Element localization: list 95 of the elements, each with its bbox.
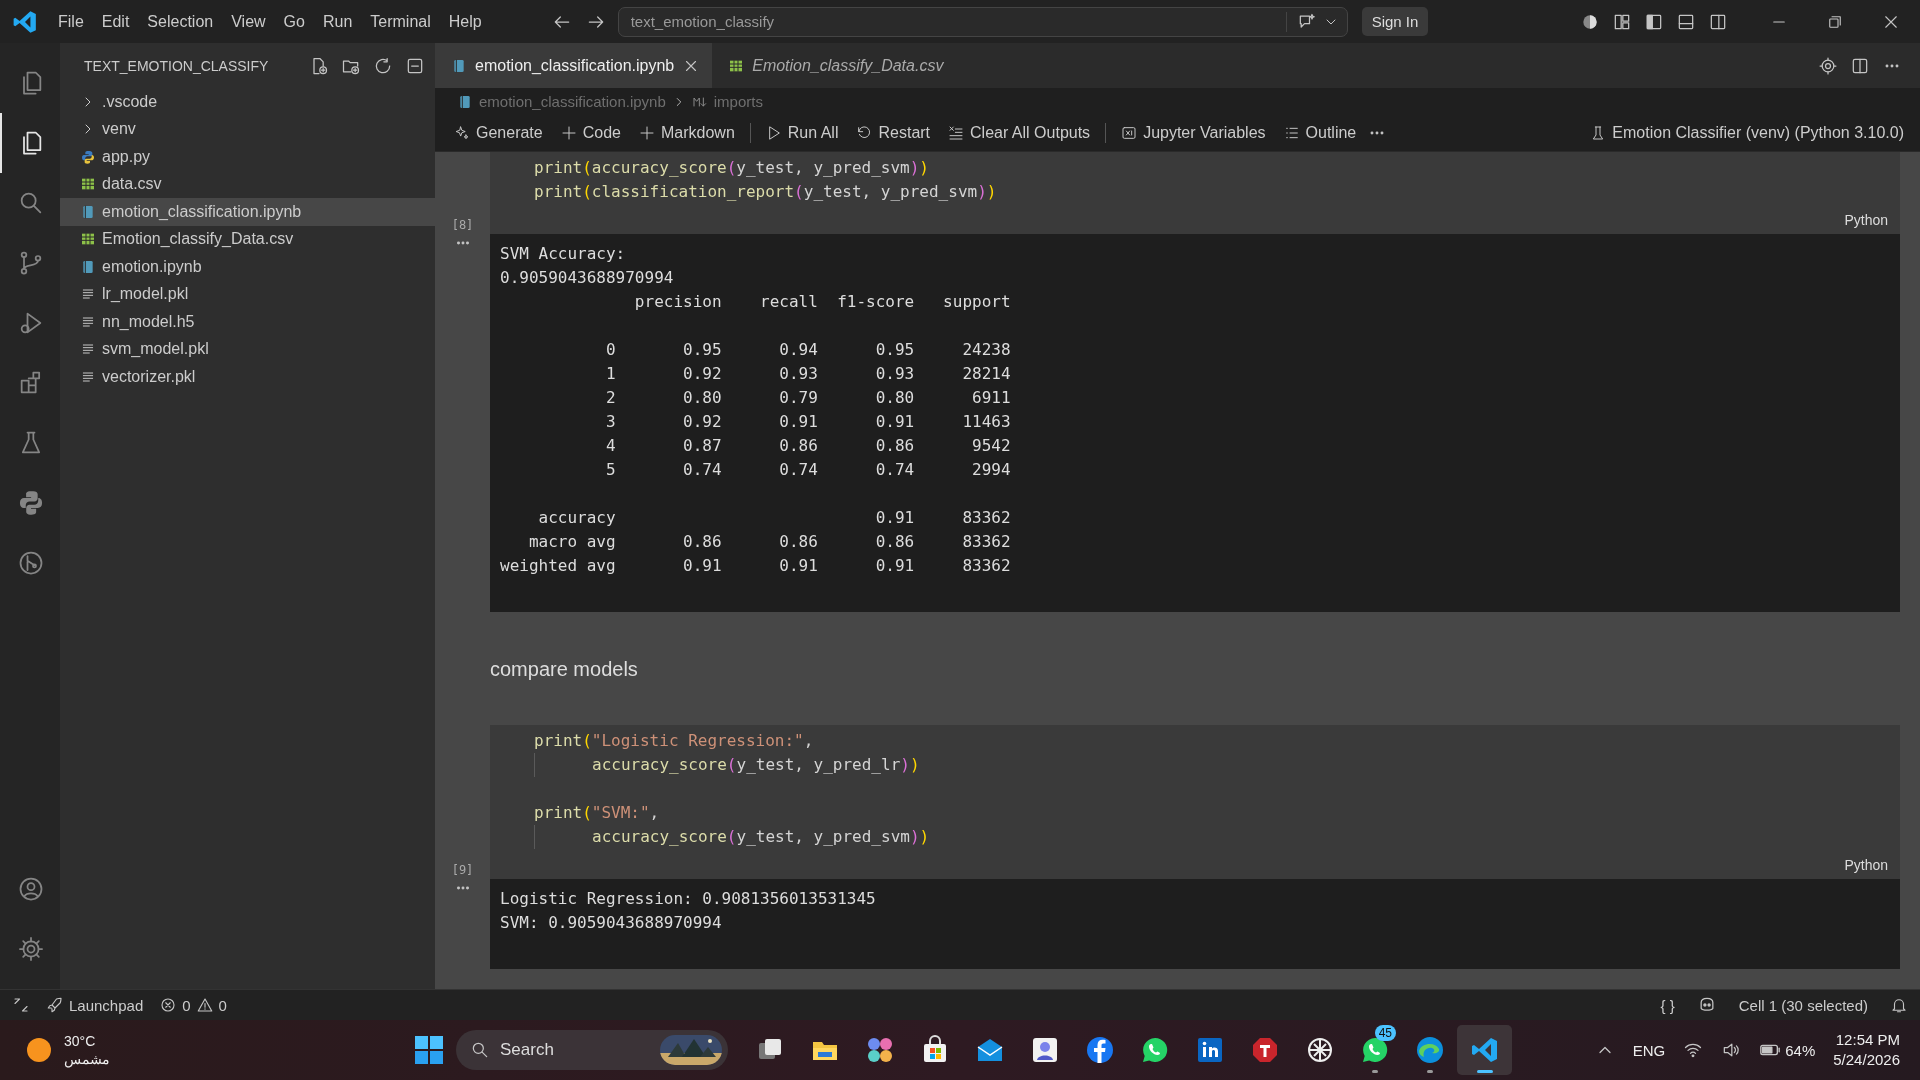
battery-status[interactable]: 64% bbox=[1759, 1039, 1816, 1061]
python-file-icon bbox=[80, 148, 96, 165]
markdown-text: compare models bbox=[490, 658, 638, 680]
file-tree-item[interactable]: emotion_classification.ipynb bbox=[60, 198, 435, 226]
cell-output: SVM Accuracy: 0.9059043688970994 precision recall f1-score support 0 0.95 0.94 0.95 24238 1 0.92 0.93 0.93 28214 2 0.80 0.79 0.80 6911 3 0.92 0.91 0.91 11463 4 0.87 0.86 0.86 9542 5 0.74 0.74 0.74 2994 accuracy 0.91 83362 macro avg 0.86 0.86 0.86 83362 weighted avg 0.91 0.91 0.91 83362 bbox=[490, 234, 1900, 612]
code-line: print(classification_report(y_test, y_pred_svm)) bbox=[534, 181, 997, 203]
input-language[interactable]: ENG bbox=[1632, 1041, 1666, 1059]
search-icon bbox=[470, 1040, 490, 1060]
code-line: accuracy_score(y_test, y_pred_svm)) bbox=[534, 825, 930, 849]
execution-count: [9] bbox=[451, 863, 474, 879]
table-file-icon bbox=[80, 231, 96, 248]
cell-output: Logistic Regression: 0.9081356013531345 SVM: 0.9059043688970994 bbox=[490, 879, 1900, 969]
error-icon bbox=[159, 996, 178, 1014]
table-file-icon bbox=[728, 57, 745, 74]
toolbar-button[interactable]: Markdown bbox=[631, 120, 742, 146]
code-line: print("SVM:", bbox=[534, 802, 660, 824]
editor-logo-icon[interactable] bbox=[12, 8, 38, 35]
list-icon bbox=[1283, 125, 1300, 141]
table-file-icon bbox=[80, 176, 96, 193]
restart-icon bbox=[856, 125, 873, 141]
account-icon bbox=[17, 875, 45, 903]
code-cell[interactable]: print(accuracy_score(y_test, y_pred_svm)) print(classification_report(y_test, y_pred_svm)) Python bbox=[490, 152, 1900, 234]
file-tree-item[interactable]: emotion.ipynb bbox=[60, 253, 435, 281]
menu-item[interactable]: Selection bbox=[139, 8, 222, 35]
running-indicator bbox=[1371, 1070, 1378, 1073]
launchpad-button[interactable]: Launchpad bbox=[46, 996, 144, 1014]
file-tree-item[interactable]: .vscode bbox=[60, 88, 435, 116]
refresh-icon[interactable] bbox=[373, 55, 393, 76]
code-line: print("Logistic Regression:", bbox=[534, 730, 814, 752]
plus-icon bbox=[560, 125, 577, 141]
file-tree-item[interactable]: nn_model.h5 bbox=[60, 308, 435, 336]
menu-item[interactable]: Terminal bbox=[362, 8, 439, 35]
cell-selection-status[interactable]: Cell 1 (30 selected) bbox=[1738, 996, 1868, 1014]
file-tree-item[interactable]: lr_model.pkl bbox=[60, 280, 435, 308]
notebook-file-icon bbox=[451, 57, 467, 74]
language-label[interactable]: Python bbox=[534, 849, 1900, 873]
bracket-pair-indicator[interactable]: { } bbox=[1660, 996, 1675, 1014]
file-tree-item[interactable]: Emotion_classify_Data.csv bbox=[60, 225, 435, 253]
editor-tab[interactable]: emotion_classification.ipynb bbox=[435, 43, 713, 88]
menu-item[interactable]: Go bbox=[275, 8, 313, 35]
clock-time[interactable]: 12:54 PM bbox=[1835, 1030, 1900, 1050]
python-logo-icon bbox=[17, 489, 45, 517]
menu-item[interactable]: Edit bbox=[93, 8, 138, 35]
toolbar-button[interactable]: Jupyter Variables bbox=[1114, 120, 1273, 146]
problems-button[interactable]: 0 0 bbox=[159, 996, 227, 1014]
warning-icon bbox=[195, 996, 214, 1014]
sparkle-icon bbox=[454, 125, 470, 141]
weather-condition: مشمس bbox=[64, 1050, 110, 1068]
menu-item[interactable]: Run bbox=[314, 8, 361, 35]
browser-wave-icon[interactable] bbox=[1414, 1035, 1445, 1065]
kernel-picker[interactable]: Emotion Classifier (venv) (Python 3.10.0) bbox=[1583, 120, 1920, 146]
rocket-icon bbox=[46, 996, 64, 1014]
bell-icon[interactable] bbox=[1890, 996, 1908, 1014]
toolbar-button[interactable]: Clear All Outputs bbox=[941, 120, 1098, 146]
code-line: accuracy_score(y_test, y_pred_lr)) bbox=[534, 753, 920, 777]
menu-item[interactable]: File bbox=[50, 8, 92, 35]
clear-list-icon bbox=[948, 125, 965, 141]
file-tree-item[interactable]: app.py bbox=[60, 143, 435, 171]
search-field[interactable]: Search bbox=[456, 1030, 728, 1070]
toolbar-button[interactable]: Generate bbox=[447, 120, 550, 146]
toolbar-button[interactable]: Restart bbox=[849, 120, 938, 146]
code-editor-icon[interactable] bbox=[1469, 1035, 1500, 1065]
code-cell[interactable]: print("Logistic Regression:", accuracy_score(y_test, y_pred_lr)) print("SVM:", accuracy_score(y_test, y_pred_svm)) Python bbox=[490, 725, 1900, 879]
command-center[interactable]: text_emotion_classify bbox=[617, 6, 1348, 37]
file-tree-item[interactable]: venv bbox=[60, 115, 435, 143]
clock-date[interactable]: 5/24/2026 bbox=[1833, 1050, 1900, 1070]
git-graph-icon bbox=[17, 549, 45, 577]
code-line: print(accuracy_score(y_test, y_pred_svm)) bbox=[534, 157, 929, 179]
social-circle-icon[interactable] bbox=[1084, 1035, 1115, 1065]
running-indicator bbox=[1476, 1070, 1493, 1073]
remote-icon[interactable] bbox=[12, 996, 30, 1014]
menu-item[interactable]: View bbox=[223, 8, 274, 35]
sun-icon[interactable] bbox=[24, 1035, 54, 1065]
notification-badge: 45 bbox=[1374, 1025, 1396, 1041]
taskbar-button[interactable]: 45 bbox=[1347, 1025, 1402, 1075]
sign-in-button[interactable]: Sign In bbox=[1361, 7, 1429, 36]
editor-tab[interactable]: Emotion_classify_Data.csv bbox=[712, 43, 956, 88]
start-icon[interactable] bbox=[414, 1035, 444, 1065]
toolbar-button[interactable]: Code bbox=[553, 120, 628, 146]
plus-icon bbox=[638, 125, 655, 141]
variables-icon bbox=[1121, 125, 1138, 141]
file-tree-item[interactable]: svm_model.pkl bbox=[60, 335, 435, 363]
file-tree-item[interactable]: vectorizer.pkl bbox=[60, 363, 435, 391]
toolbar-button[interactable]: Outline bbox=[1276, 120, 1364, 146]
explorer-title: TEXT_EMOTION_CLASSIFY bbox=[84, 57, 270, 74]
temperature: 30°C bbox=[64, 1032, 97, 1050]
toolbar-button[interactable]: Run All bbox=[758, 120, 846, 146]
language-label[interactable]: Python bbox=[534, 204, 1900, 228]
notebook-file-icon bbox=[80, 258, 96, 275]
menu-item[interactable]: Help bbox=[440, 8, 490, 35]
notebook-file-icon bbox=[80, 203, 96, 220]
notebook-file-icon bbox=[457, 93, 473, 110]
execution-count: [8] bbox=[451, 218, 474, 234]
file-tree-item[interactable]: data.csv bbox=[60, 170, 435, 198]
running-indicator bbox=[1426, 1070, 1433, 1073]
